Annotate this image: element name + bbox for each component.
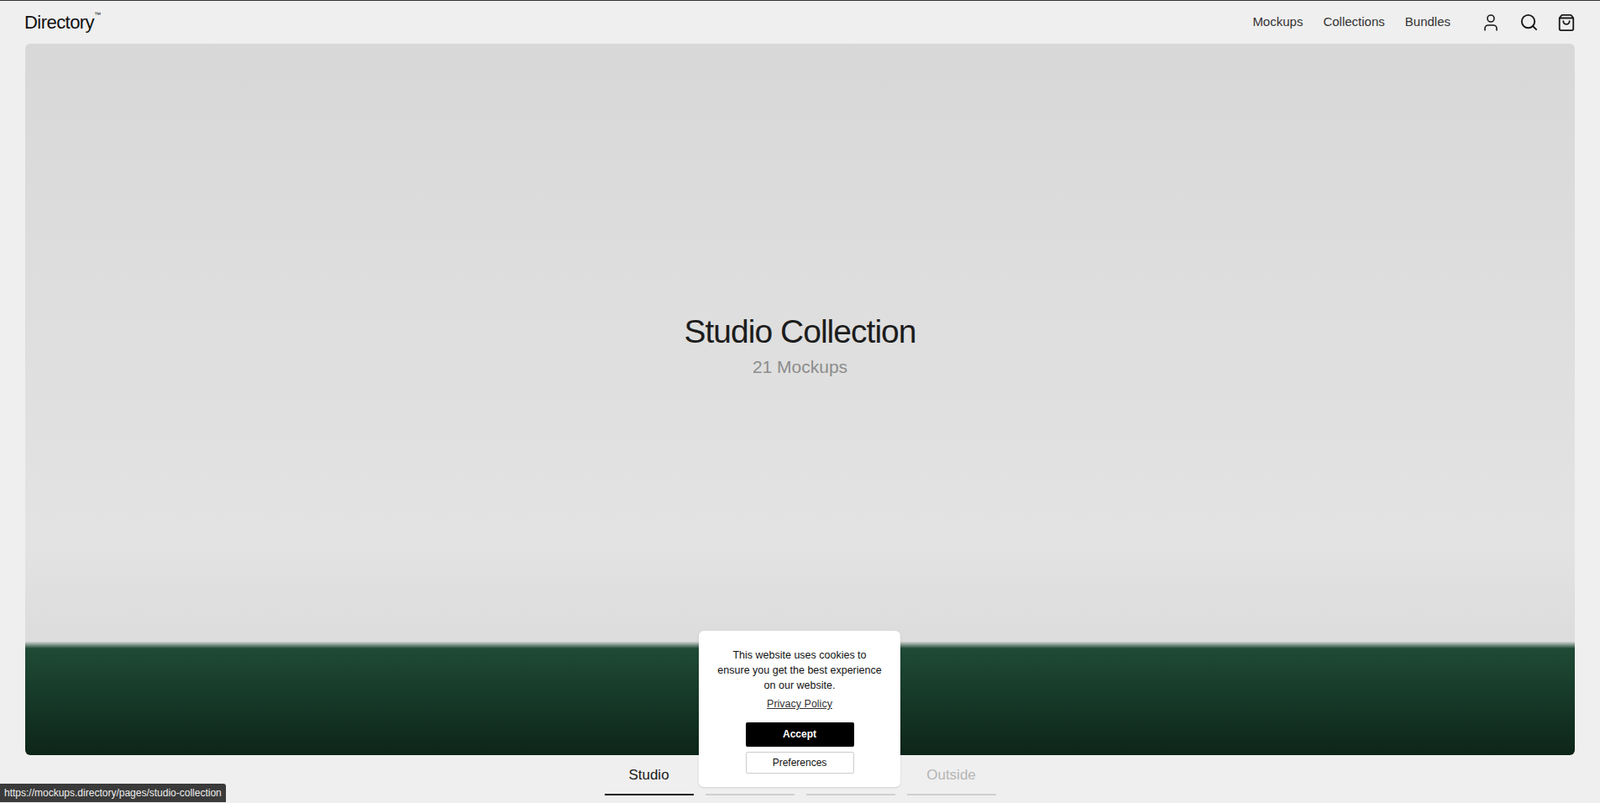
site-header: Directory™ Mockups Collections Bundles (0, 0, 1600, 44)
account-icon[interactable] (1480, 12, 1501, 33)
nav-link[interactable]: Mockups (1252, 12, 1303, 32)
nav-link[interactable]: Bundles (1405, 12, 1451, 32)
cookie-message: This website uses cookies to ensure you … (715, 647, 884, 693)
logo[interactable]: Directory™ (24, 8, 101, 37)
privacy-policy-link[interactable]: Privacy Policy (766, 696, 833, 713)
hero-title: Studio Collection (683, 312, 916, 352)
nav-link[interactable]: Collections (1322, 12, 1385, 32)
hero-subtitle: 21 Mockups (752, 353, 848, 381)
collection-tab[interactable]: Outside (907, 761, 997, 796)
page: Directory™ Mockups Collections Bundles Studi… (0, 0, 1600, 803)
search-icon[interactable] (1519, 12, 1539, 32)
preferences-button[interactable]: Preferences (745, 751, 855, 774)
main-nav: Mockups Collections Bundles (1252, 12, 1576, 33)
collection-tab[interactable]: Studio (604, 761, 694, 796)
cart-icon[interactable] (1557, 13, 1576, 32)
cookie-dialog: This website uses cookies to ensure you … (698, 630, 901, 787)
accept-button[interactable]: Accept (745, 722, 855, 747)
status-bar: https://mockups.directory/pages/studio-c… (0, 783, 226, 803)
